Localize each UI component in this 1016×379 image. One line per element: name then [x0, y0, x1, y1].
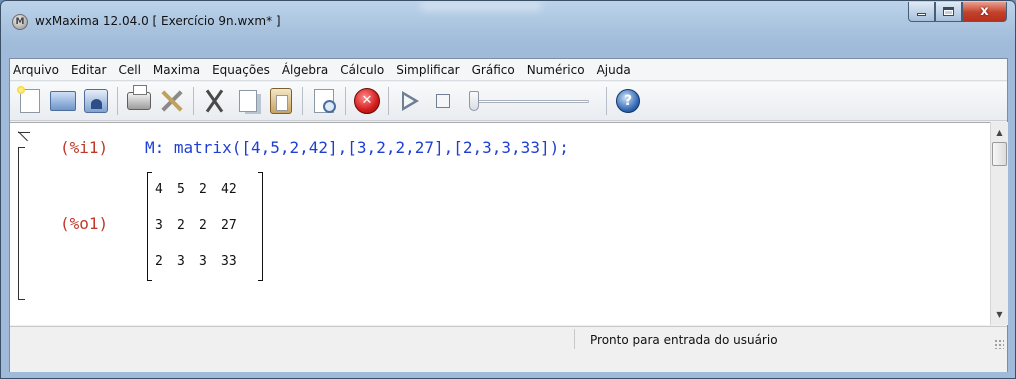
toolbar-separator [193, 87, 194, 115]
cell-bracket[interactable] [18, 147, 25, 300]
scroll-down-arrow-icon[interactable]: ▼ [991, 306, 1008, 323]
animation-stop-button[interactable] [428, 86, 458, 116]
client-area: Arquivo Editar Cell Maxima Equações Álge… [9, 58, 1008, 372]
menu-ajuda[interactable]: Ajuda [591, 59, 637, 81]
print-icon [127, 85, 151, 110]
slider-track [471, 100, 589, 103]
save-button[interactable] [81, 86, 111, 116]
matrix-cell: 2 [199, 182, 207, 197]
slider-thumb[interactable] [469, 91, 479, 111]
toolbar-separator [302, 87, 303, 115]
close-button[interactable]: x [962, 2, 1007, 22]
toolbar-separator [345, 87, 346, 115]
menu-bar: Arquivo Editar Cell Maxima Equações Álge… [10, 59, 1007, 81]
title-bar[interactable]: M wxMaxima 12.04.0 [ Exercício 9n.wxm* ]… [1, 1, 1015, 45]
cut-button[interactable] [200, 86, 230, 116]
toolbar-separator [388, 87, 389, 115]
worksheet[interactable]: (%i1) M: matrix([4,5,2,42],[3,2,2,27],[2… [10, 122, 990, 325]
matrix-left-bracket [147, 172, 152, 281]
help-icon: ? [616, 89, 640, 113]
menu-arquivo[interactable]: Arquivo [10, 59, 65, 81]
menu-simplificar[interactable]: Simplificar [390, 59, 465, 81]
matrix-cell: 2 [199, 218, 207, 233]
input-label: (%i1) [60, 138, 109, 157]
find-button[interactable] [309, 86, 339, 116]
scrollbar-thumb[interactable] [992, 142, 1007, 166]
paste-button[interactable] [266, 86, 296, 116]
toolbar-separator [606, 87, 607, 115]
preferences-button[interactable] [157, 86, 187, 116]
interrupt-stop-icon: ✕ [354, 88, 380, 114]
input-code[interactable]: M: matrix([4,5,2,42],[3,2,2,27],[2,3,3,3… [145, 138, 569, 157]
menu-equacoes[interactable]: Equações [206, 59, 276, 81]
menu-algebra[interactable]: Álgebra [276, 59, 334, 81]
toolbar-separator [117, 87, 118, 115]
help-button[interactable]: ? [613, 86, 643, 116]
window-controls: x [908, 2, 1007, 22]
status-divider [574, 329, 575, 349]
animation-play-button[interactable] [395, 86, 425, 116]
menu-numerico[interactable]: Numérico [521, 59, 591, 81]
print-button[interactable] [124, 85, 154, 116]
vertical-scrollbar[interactable]: ▲ ▼ [990, 122, 1008, 325]
animation-slider[interactable] [469, 87, 589, 115]
menu-calculo[interactable]: Cálculo [334, 59, 390, 81]
minimize-button[interactable] [908, 2, 935, 22]
matrix-cell: 2 [177, 218, 185, 233]
status-bar: Pronto para entrada do usuário [10, 326, 1007, 372]
wxmaxima-app-icon[interactable]: M [12, 14, 28, 30]
find-icon [314, 89, 336, 113]
animation-play-icon [401, 90, 419, 112]
wxmaxima-window: M wxMaxima 12.04.0 [ Exercício 9n.wxm* ]… [0, 0, 1016, 379]
cut-icon [202, 88, 228, 114]
matrix-cell: 33 [221, 254, 237, 269]
menu-maxima[interactable]: Maxima [147, 59, 206, 81]
output-matrix: 4 5 2 42 3 2 2 27 2 3 3 33 [147, 172, 263, 281]
matrix-cell: 4 [155, 182, 163, 197]
scroll-up-arrow-icon[interactable]: ▲ [991, 124, 1008, 141]
matrix-cell: 2 [155, 254, 163, 269]
paste-icon [270, 88, 292, 114]
preferences-tools-icon [159, 88, 185, 114]
matrix-right-bracket [258, 172, 263, 281]
cell-hide-triangle[interactable] [18, 132, 30, 144]
title-highlight [421, 1, 541, 11]
open-folder-icon [50, 91, 76, 111]
matrix-cell: 3 [177, 254, 185, 269]
new-button[interactable] [15, 86, 45, 116]
toolbar: ✕ ? [10, 82, 1007, 121]
interrupt-button[interactable]: ✕ [352, 86, 382, 116]
maximize-icon [943, 7, 954, 16]
save-icon [84, 89, 108, 113]
menu-editar[interactable]: Editar [65, 59, 113, 81]
matrix-cell: 27 [221, 218, 237, 233]
matrix-cell: 3 [155, 218, 163, 233]
matrix-cell: 5 [177, 182, 185, 197]
copy-button[interactable] [233, 86, 263, 116]
status-text: Pronto para entrada do usuário [590, 333, 778, 347]
resize-grip-icon[interactable] [994, 339, 1004, 349]
maximize-button[interactable] [935, 2, 962, 22]
close-icon: x [980, 4, 989, 19]
matrix-cell: 42 [221, 182, 237, 197]
animation-stop-icon [436, 94, 450, 108]
menu-cell[interactable]: Cell [112, 59, 146, 81]
open-button[interactable] [48, 86, 78, 116]
new-document-icon [17, 86, 40, 113]
output-label: (%o1) [60, 214, 109, 233]
window-title: wxMaxima 12.04.0 [ Exercício 9n.wxm* ] [35, 14, 281, 28]
minimize-icon [917, 13, 926, 16]
copy-icon [239, 90, 257, 112]
menu-grafico[interactable]: Gráfico [466, 59, 521, 81]
matrix-cell: 3 [199, 254, 207, 269]
